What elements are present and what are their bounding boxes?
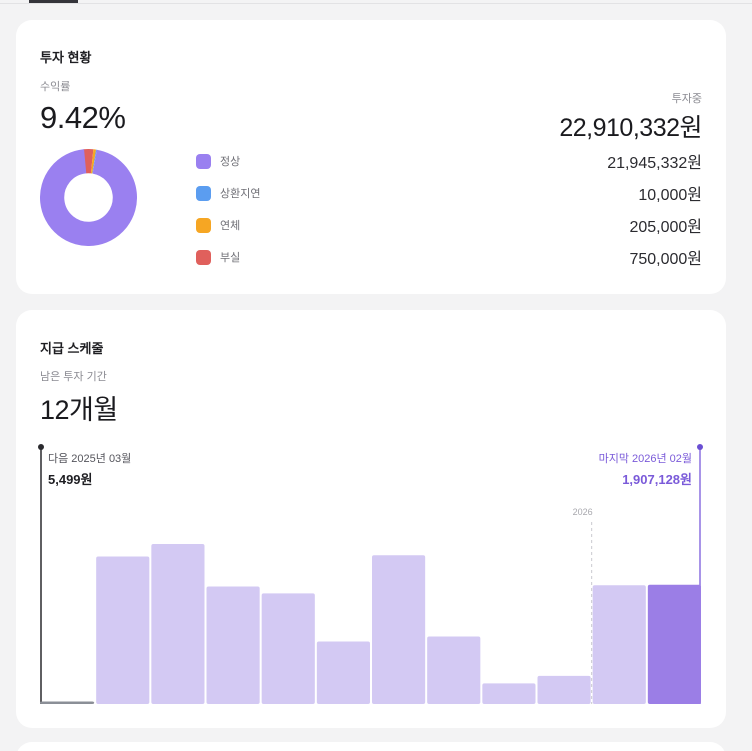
invested-total-label: 투자중 (671, 93, 702, 105)
schedule-bar-2025-12[interactable] (537, 675, 591, 704)
schedule-bar-2025-07[interactable] (261, 593, 315, 704)
yield-value: 9.42% (40, 100, 126, 135)
schedule-bar-2025-09[interactable] (372, 555, 426, 704)
next-payment-label: 다음 2025년 03월 (48, 453, 132, 465)
schedule-bar-2026-01[interactable] (592, 585, 646, 704)
schedule-bar-2025-05[interactable] (151, 544, 205, 704)
status-donut-chart (40, 149, 137, 246)
year-marker-label: 2026 (572, 507, 593, 517)
default-swatch (196, 249, 211, 265)
schedule-bar-2025-10[interactable] (427, 636, 481, 705)
payment-schedule-chart (38, 444, 703, 705)
schedule-bar-2025-04[interactable] (96, 556, 150, 705)
legend-value-delayed: 10,000원 (638, 187, 702, 204)
last-payment-indicator-dot (697, 444, 703, 450)
legend-row-normal: 정상 21,945,332원 (196, 151, 702, 172)
investment-status-card: 투자 현황 수익률 9.42% 투자중 22,910,332원 정상 21,94… (16, 20, 726, 294)
schedule-bar-2025-03[interactable] (40, 701, 95, 705)
payment-schedule-card: 지급 스케줄 남은 투자 기간 12개월 다음 2025년 03월 5,499원… (16, 310, 726, 728)
next-payment-amount: 5,499원 (48, 472, 93, 487)
legend-label-default: 부실 (220, 252, 241, 264)
payment-schedule-title: 지급 스케줄 (40, 341, 104, 356)
overdue-swatch (196, 217, 211, 233)
top-divider (0, 3, 752, 4)
remaining-period-label: 남은 투자 기간 (40, 371, 107, 383)
invested-total-value: 22,910,332원 (559, 114, 702, 142)
investment-status-title: 투자 현황 (40, 50, 92, 65)
legend-row-default: 부실 750,000원 (196, 247, 702, 268)
normal-swatch (196, 153, 211, 169)
last-payment-label: 마지막 2026년 02월 (598, 453, 692, 465)
last-payment-amount: 1,907,128원 (622, 472, 692, 487)
legend-label-delayed: 상환지연 (220, 188, 261, 200)
next-payment-indicator-dot (38, 444, 44, 450)
yield-label: 수익률 (40, 81, 71, 93)
schedule-bar-2025-08[interactable] (316, 641, 370, 705)
legend-label-normal: 정상 (220, 156, 241, 168)
delayed-swatch (196, 185, 211, 201)
legend-value-default: 750,000원 (629, 251, 702, 268)
schedule-bar-2025-11[interactable] (482, 683, 536, 704)
schedule-bar-2026-02[interactable] (647, 584, 701, 704)
legend-value-overdue: 205,000원 (629, 219, 702, 236)
legend-value-normal: 21,945,332원 (607, 155, 702, 172)
legend-label-overdue: 연체 (220, 220, 241, 232)
next-section-card (16, 742, 726, 751)
legend-row-overdue: 연체 205,000원 (196, 215, 702, 236)
remaining-period-value: 12개월 (40, 395, 118, 425)
legend-row-delayed: 상환지연 10,000원 (196, 183, 702, 204)
schedule-bar-2025-06[interactable] (206, 586, 260, 705)
